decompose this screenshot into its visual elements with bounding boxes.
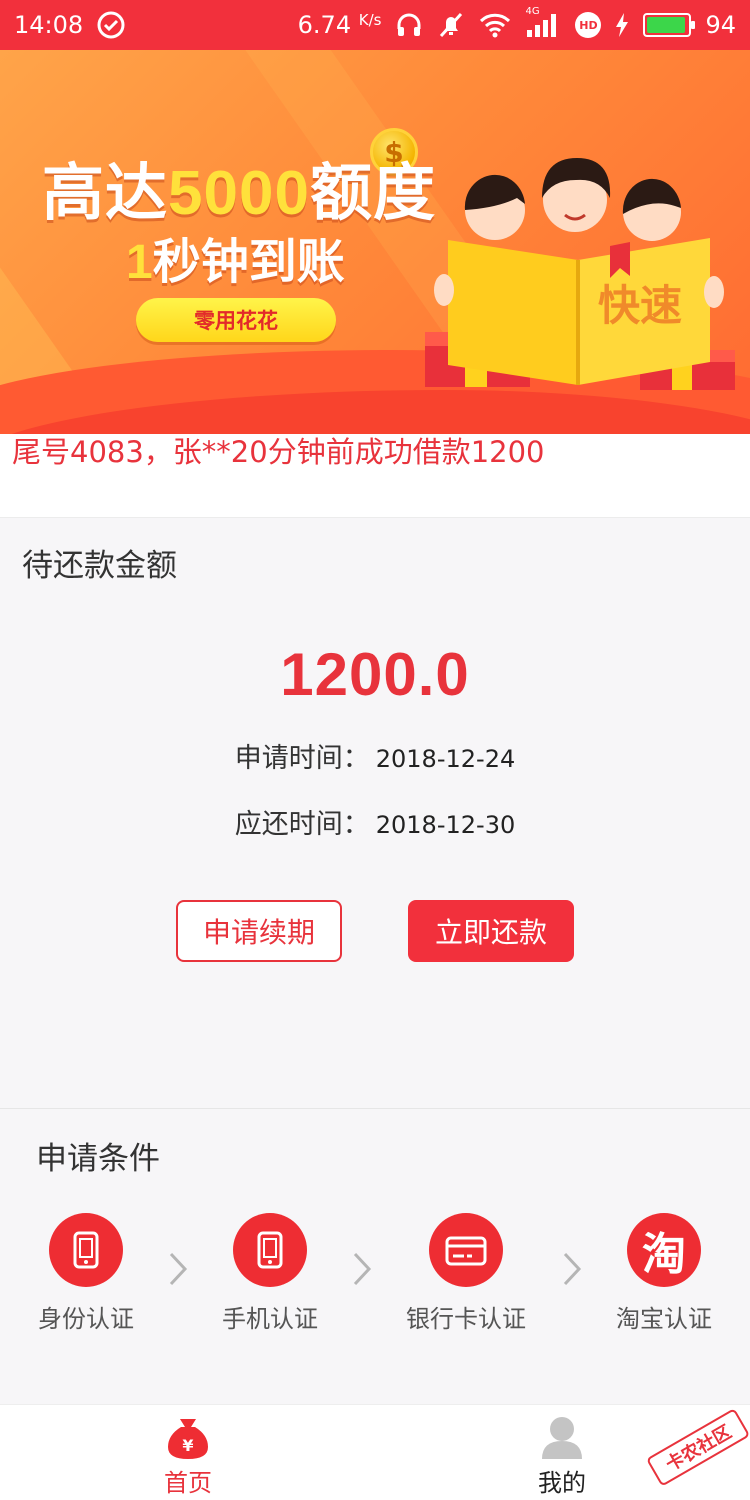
wifi-icon [479,12,511,38]
conditions-title: 申请条件 [36,1141,160,1177]
apply-time-label: 申请时间： [234,743,370,774]
people-reading-illustration: 快速 [425,158,735,390]
net-speed: 6.74 K/s [297,11,382,39]
repayment-title: 待还款金额 [22,548,177,584]
application-conditions: 申请条件 身份认证 手机认证 银行卡认证 淘 淘宝认证 [0,1108,750,1404]
condition-label: 银行卡认证 [406,1305,526,1333]
tab-mine-label: 我的 [538,1469,586,1497]
due-time-row: 应还时间： 2018-12-30 [0,802,750,841]
condition-identity[interactable]: 身份认证 [0,1213,176,1334]
ticker-text: 尾号4083，张**20分钟前成功借款1200 [12,435,545,469]
tab-home[interactable]: ¥ 首页 [128,1413,248,1498]
banner-headline: 高达5000额度 [42,159,436,228]
battery-fill [647,17,686,33]
book-text: 快速 [598,282,682,329]
battery-percent: 94 [705,11,736,39]
bank-card-icon [429,1213,503,1287]
money-bag-icon: ¥ [168,1419,208,1459]
condition-phone[interactable]: 手机认证 [180,1213,360,1334]
status-bar: 14:08 6.74 K/s 4G HD 94 [0,0,750,50]
kanong-watermark-logo: 卡农社区 [647,1409,749,1485]
signal-4g-label: 4G [525,6,540,17]
check-circle-icon [97,11,125,39]
status-time: 14:08 [14,11,84,39]
banner-subline: 1秒钟到账 [126,236,345,289]
net-speed-unit: K/s [358,11,382,29]
due-time-label: 应还时间： [234,809,370,840]
promo-banner[interactable]: $ 高达5000额度 1秒钟到账 零用花花 快速 [0,50,750,434]
apply-time-value: 2018-12-24 [375,745,516,773]
tab-mine[interactable]: 我的 [502,1413,622,1498]
money-bag-glyph: ¥ [182,1436,193,1455]
hd-icon: HD [575,12,602,38]
condition-label: 手机认证 [222,1305,318,1333]
battery-icon [643,13,696,37]
condition-bank-card[interactable]: 银行卡认证 [376,1213,556,1334]
condition-label: 淘宝认证 [616,1305,712,1333]
banner-button[interactable]: 零用花花 [136,298,336,342]
due-time-value: 2018-12-30 [375,811,516,839]
loan-ticker: 尾号4083，张**20分钟前成功借款1200 [0,434,750,518]
chevron-right-icon [353,1252,372,1286]
headphones-icon [395,11,423,39]
condition-taobao[interactable]: 淘 淘宝认证 [574,1213,750,1334]
charging-bolt-icon [615,12,629,38]
repayment-amount: 1200.0 [280,641,470,708]
bottom-tab-bar: ¥ 首页 我的 [0,1404,750,1500]
extend-button[interactable]: 申请续期 [176,900,342,962]
user-avatar-icon [542,1417,582,1459]
taobao-icon: 淘 [627,1213,701,1287]
signal-4g-icon: 4G [525,6,561,38]
mute-bell-icon [437,11,465,39]
repayment-card: 待还款金额 1200.0 申请时间： 2018-12-24 应还时间： 2018-1… [0,518,750,1108]
phone-icon [49,1213,123,1287]
tab-home-label: 首页 [164,1469,212,1497]
apply-time-row: 申请时间： 2018-12-24 [0,736,750,775]
condition-label: 身份认证 [38,1305,134,1333]
repay-now-button[interactable]: 立即还款 [408,900,574,962]
phone-icon [233,1213,307,1287]
